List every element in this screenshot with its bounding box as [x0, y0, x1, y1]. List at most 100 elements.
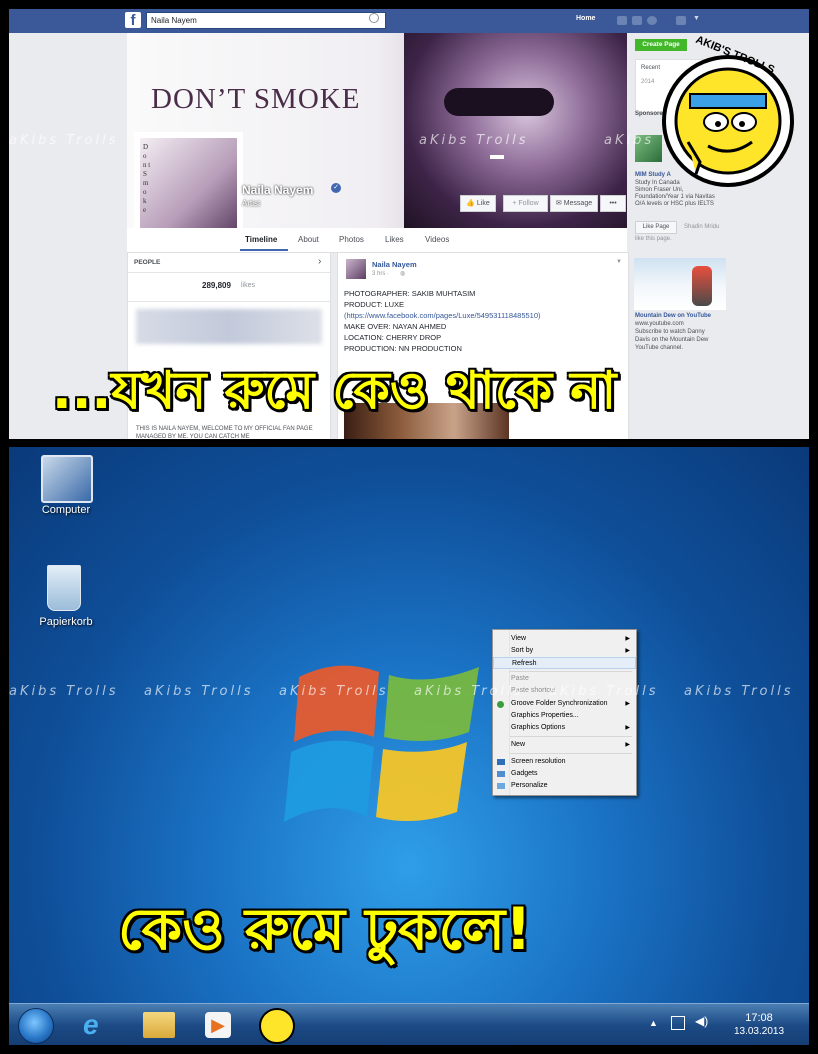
watermark-text: aKibs Trolls [279, 684, 389, 699]
profile-photo [140, 138, 237, 235]
chevron-down-icon[interactable]: ▼ [616, 259, 622, 265]
message-button-label: Message [563, 200, 593, 207]
troll-face-icon[interactable] [259, 1008, 295, 1044]
menu-item-sort-by[interactable]: Sort by ▶ [493, 645, 636, 657]
tab-likes[interactable]: Likes [385, 235, 404, 244]
like-button[interactable]: 👍 Like [460, 195, 496, 212]
search-icon[interactable] [369, 13, 379, 23]
watermark-text: aKibs Trolls [419, 133, 529, 148]
internet-explorer-icon[interactable]: e [83, 1010, 115, 1040]
windows-logo-icon [284, 665, 479, 822]
menu-item-paste-label: Paste [511, 675, 529, 682]
personalize-icon [497, 783, 505, 789]
profile-picture[interactable]: D o n t S m o k e [134, 132, 243, 241]
post-link[interactable]: (https://www.facebook.com/pages/Luxe/549… [344, 311, 541, 320]
liker-name[interactable]: Shadin Mridu [684, 224, 719, 230]
taskbar-clock[interactable]: 17:08 13.03.2013 [729, 1012, 789, 1037]
post-line: PRODUCT: LUXE [344, 300, 405, 309]
like-button-label: Like [476, 200, 490, 207]
like-page-button[interactable]: Like Page [635, 221, 677, 234]
menu-item-personalize[interactable]: Personalize [493, 780, 636, 792]
youtube-ad-title[interactable]: Mountain Dew on YouTube [635, 313, 711, 319]
menu-item-graphics-properties[interactable]: Graphics Properties... [493, 710, 636, 722]
search-input[interactable]: Naila Nayem [146, 12, 386, 29]
youtube-ad-image[interactable] [634, 258, 726, 310]
cover-title: DON’T SMOKE [151, 83, 361, 115]
verified-badge-icon: ✓ [331, 183, 341, 193]
cigarette-icon [490, 155, 504, 159]
recycle-bin-icon[interactable] [47, 565, 81, 611]
active-tab-indicator [240, 249, 288, 251]
monitor-icon [497, 759, 505, 765]
start-button[interactable] [18, 1008, 54, 1044]
menu-item-graphics-properties-label: Graphics Properties... [511, 712, 579, 719]
submenu-arrow-icon: ▶ [625, 701, 630, 707]
post-line: LOCATION: CHERRY DROP [344, 333, 442, 342]
facebook-top-bar: f Naila Nayem Home ▼ [9, 9, 809, 33]
submenu-arrow-icon: ▶ [625, 648, 630, 654]
watermark-text: aKibs Trolls [549, 684, 659, 699]
chevron-right-icon[interactable]: › [318, 256, 321, 267]
menu-item-groove[interactable]: Groove Folder Synchronization ▶ [493, 698, 636, 710]
recent-label[interactable]: Recent [641, 65, 660, 71]
sunglasses-icon [444, 88, 554, 116]
more-button[interactable]: ••• [600, 195, 626, 212]
recycle-bin-label[interactable]: Papierkorb [26, 616, 106, 628]
show-hidden-icons-icon[interactable]: ▲ [649, 1018, 658, 1028]
post-author[interactable]: Naila Nayem [372, 260, 417, 269]
friends-icon[interactable] [617, 16, 627, 25]
submenu-arrow-icon: ▶ [625, 742, 630, 748]
menu-separator [510, 736, 632, 737]
home-link[interactable]: Home [576, 15, 595, 22]
menu-item-refresh-label: Refresh [512, 660, 537, 667]
network-icon[interactable] [671, 1016, 685, 1030]
message-button[interactable]: ✉ Message [550, 195, 598, 212]
messages-icon[interactable] [632, 16, 642, 25]
computer-icon[interactable] [41, 455, 93, 503]
menu-item-gadgets-label: Gadgets [511, 770, 538, 777]
computer-icon-label[interactable]: Computer [26, 504, 106, 516]
chevron-down-icon[interactable]: ▼ [693, 15, 700, 22]
menu-item-gadgets[interactable]: Gadgets [493, 768, 636, 780]
tab-videos[interactable]: Videos [425, 235, 449, 244]
year-label[interactable]: 2014 [641, 79, 654, 85]
follow-button[interactable]: + Follow [503, 195, 548, 212]
privacy-icon[interactable] [676, 16, 686, 25]
menu-item-screen-resolution[interactable]: Screen resolution [493, 756, 636, 768]
tab-photos[interactable]: Photos [339, 235, 364, 244]
notifications-icon[interactable] [647, 16, 657, 25]
ad-text: Subscribe to watch Danny [635, 329, 705, 335]
clock-date: 13.03.2013 [733, 1026, 785, 1037]
ad-text: Davis on the Mountain Dew [635, 337, 709, 343]
ad-text: O/A levels or HSC plus IELTS [635, 201, 714, 207]
facebook-logo-icon[interactable]: f [125, 12, 141, 29]
tab-timeline[interactable]: Timeline [245, 235, 277, 244]
menu-item-refresh[interactable]: Refresh [493, 657, 636, 669]
media-player-icon[interactable]: ▶ [205, 1012, 231, 1038]
youtube-ad-url: www.youtube.com [635, 321, 684, 327]
page-category: Artist [242, 199, 261, 208]
menu-item-groove-label: Groove Folder Synchronization [511, 700, 608, 707]
blurred-friends-text [136, 309, 322, 344]
globe-icon: ◍ [400, 271, 406, 277]
folder-icon[interactable] [143, 1012, 175, 1038]
profile-picture-caption: D o n t S m o k e [143, 143, 151, 214]
menu-item-graphics-options[interactable]: Graphics Options ▶ [493, 722, 636, 734]
volume-icon[interactable]: ◀) [695, 1014, 708, 1028]
post-avatar[interactable] [346, 259, 366, 279]
snowboarder-figure [692, 266, 712, 306]
menu-item-view[interactable]: View ▶ [493, 633, 636, 645]
likes-label: likes [241, 282, 256, 289]
menu-item-view-label: View [511, 635, 527, 642]
menu-separator [510, 671, 632, 672]
gadgets-icon [497, 771, 505, 777]
page-name[interactable]: Naila Nayem [242, 183, 313, 197]
page-tabs: Timeline About Photos Likes Videos [127, 228, 627, 253]
menu-separator [510, 753, 632, 754]
tab-about[interactable]: About [298, 235, 319, 244]
menu-item-sort-by-label: Sort by [511, 647, 534, 654]
divider [128, 272, 330, 273]
menu-item-new[interactable]: New ▶ [493, 739, 636, 751]
post-time[interactable]: 3 hrs · [372, 271, 389, 277]
menu-item-new-label: New [511, 741, 526, 748]
